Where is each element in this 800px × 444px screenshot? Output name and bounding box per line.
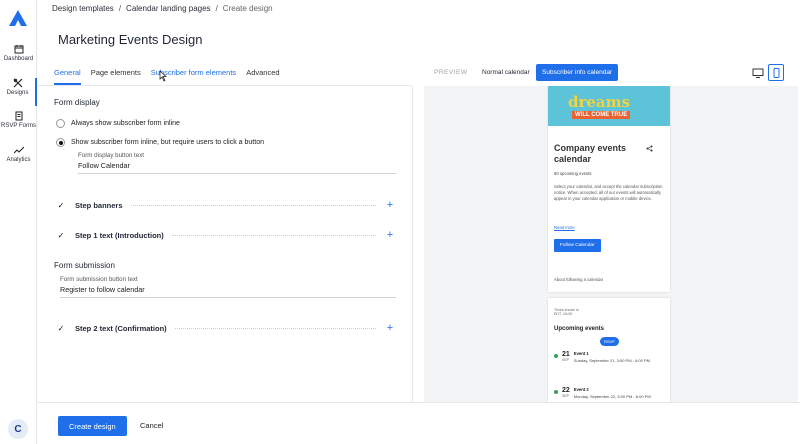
breadcrumb: Design templates / Calendar landing page… bbox=[52, 4, 273, 13]
designs-icon bbox=[13, 78, 22, 88]
about-following-link[interactable]: About following a calendar bbox=[554, 277, 603, 282]
form-submission-title: Form submission bbox=[54, 261, 115, 270]
pane-divider bbox=[412, 86, 413, 402]
timezone-row: Times shown in EDT -04:00 bbox=[554, 308, 579, 316]
nav-label-dashboard: Dashboard bbox=[3, 56, 34, 62]
timezone-value: EDT -04:00 bbox=[554, 312, 573, 316]
step-1-checkbox[interactable]: ✓ bbox=[56, 230, 66, 240]
left-navigation: Dashboard Designs RSVP Forms Analytics C bbox=[0, 0, 37, 444]
banner-word: dreams bbox=[568, 93, 630, 111]
upcoming-count: 50 upcoming events bbox=[554, 171, 592, 176]
step-2-row[interactable]: ✓ Step 2 text (Confirmation) + bbox=[56, 321, 396, 335]
analytics-icon bbox=[13, 146, 24, 154]
upcoming-events-title: Upcoming events bbox=[554, 326, 605, 332]
desktop-icon[interactable] bbox=[752, 67, 764, 79]
event-date: Monday, September 22, 3:00 PM - 6:00 PM bbox=[573, 394, 651, 399]
form-icon bbox=[15, 111, 22, 121]
tab-advanced[interactable]: Advanced bbox=[246, 68, 279, 85]
step-2-checkbox[interactable]: ✓ bbox=[56, 323, 66, 333]
mouse-cursor-icon bbox=[159, 70, 167, 82]
user-avatar[interactable]: C bbox=[8, 419, 28, 439]
breadcrumb-separator: / bbox=[118, 4, 122, 13]
share-icon[interactable] bbox=[646, 145, 653, 152]
banner-tagline: WILL COME TRUE bbox=[572, 111, 631, 119]
tabs-divider bbox=[38, 85, 412, 86]
tab-general[interactable]: General bbox=[54, 68, 81, 85]
field-label: Form display button text bbox=[78, 152, 145, 159]
radio-label-always-show: Always show subscriber form inline bbox=[71, 120, 180, 127]
nav-item-rsvp-forms[interactable]: RSVP Forms bbox=[0, 111, 37, 129]
create-design-button[interactable]: Create design bbox=[58, 416, 127, 436]
nav-item-analytics[interactable]: Analytics bbox=[0, 145, 37, 163]
radio-button[interactable] bbox=[56, 119, 65, 128]
banner-image: dreams WILL COME TRUE bbox=[548, 86, 670, 126]
form-submission-button-text-field[interactable]: Form submission button text Register to … bbox=[60, 276, 396, 298]
breadcrumb-create-design: Create design bbox=[222, 4, 273, 13]
normal-calendar-button[interactable]: Normal calendar bbox=[476, 64, 536, 81]
nav-label-rsvp-forms: RSVP Forms bbox=[1, 123, 36, 129]
rsvp-badge[interactable]: RSVP bbox=[600, 337, 619, 346]
expand-plus-icon[interactable]: + bbox=[384, 322, 396, 334]
event-month: SEP bbox=[562, 394, 570, 398]
preview-label: PREVIEW bbox=[434, 69, 468, 76]
event-status-dot bbox=[554, 354, 558, 358]
event-row[interactable]: 22 SEP Event 2 Monday, September 22, 3:0… bbox=[554, 387, 651, 399]
radio-button-selected[interactable] bbox=[56, 138, 65, 147]
calendar-icon bbox=[14, 45, 23, 54]
mobile-toggle[interactable] bbox=[768, 64, 784, 81]
follow-calendar-button[interactable]: Follow Calendar bbox=[554, 239, 601, 252]
divider bbox=[171, 234, 376, 236]
event-day: 22 bbox=[562, 387, 570, 394]
event-name: Event 1 bbox=[573, 351, 589, 356]
breadcrumb-design-templates[interactable]: Design templates bbox=[52, 4, 114, 13]
divider bbox=[130, 204, 376, 206]
nav-label-designs: Designs bbox=[6, 90, 29, 96]
form-display-button-text-field[interactable]: Form display button text Follow Calendar bbox=[78, 152, 396, 174]
subscriber-info-calendar-button[interactable]: Subscriber info calendar bbox=[536, 64, 619, 81]
radio-require-button[interactable]: Show subscriber form inline, but require… bbox=[56, 138, 264, 147]
step-2-label: Step 2 text (Confirmation) bbox=[75, 323, 167, 333]
expand-plus-icon[interactable]: + bbox=[384, 229, 396, 241]
step-banners-row[interactable]: ✓ Step banners + bbox=[56, 198, 396, 212]
radio-always-show[interactable]: Always show subscriber form inline bbox=[56, 119, 180, 128]
step-banners-checkbox[interactable]: ✓ bbox=[56, 200, 66, 210]
event-status-dot bbox=[554, 390, 558, 394]
mobile-preview: dreams WILL COME TRUE Company events cal… bbox=[548, 86, 670, 402]
form-display-title: Form display bbox=[54, 98, 100, 107]
breadcrumb-calendar-landing-pages[interactable]: Calendar landing pages bbox=[126, 4, 211, 13]
calendar-description: Select your calendar, and accept the cal… bbox=[554, 184, 663, 201]
mobile-icon bbox=[773, 68, 780, 78]
event-row[interactable]: 21 SEP Event 1 Sunday, September 21, 3:0… bbox=[554, 351, 650, 363]
cancel-button[interactable]: Cancel bbox=[140, 421, 163, 430]
events-card: Times shown in EDT -04:00 Upcoming event… bbox=[548, 298, 670, 402]
read-more-link[interactable]: Read more bbox=[554, 225, 575, 230]
step-1-row[interactable]: ✓ Step 1 text (Introduction) + bbox=[56, 228, 396, 242]
event-month: SEP bbox=[562, 358, 570, 362]
step-banners-label: Step banners bbox=[75, 200, 123, 210]
page-title: Marketing Events Design bbox=[58, 32, 203, 47]
divider bbox=[174, 327, 376, 329]
breadcrumb-separator: / bbox=[215, 4, 218, 13]
event-name: Event 2 bbox=[573, 387, 589, 392]
event-date: Sunday, September 21, 3:00 PM - 6:00 PM bbox=[573, 358, 650, 363]
footer: Create design Cancel bbox=[38, 402, 800, 444]
field-value[interactable]: Follow Calendar bbox=[78, 161, 396, 173]
calendar-title: Company events calendar bbox=[554, 143, 627, 164]
radio-label-require-button: Show subscriber form inline, but require… bbox=[71, 139, 264, 146]
calendar-card: dreams WILL COME TRUE Company events cal… bbox=[548, 86, 670, 292]
expand-plus-icon[interactable]: + bbox=[384, 199, 396, 211]
nav-item-designs[interactable]: Designs bbox=[0, 78, 37, 106]
nav-item-dashboard[interactable]: Dashboard bbox=[0, 44, 37, 62]
app-logo-icon[interactable] bbox=[9, 10, 27, 26]
tab-page-elements[interactable]: Page elements bbox=[91, 68, 141, 85]
event-day: 21 bbox=[562, 351, 570, 358]
field-value[interactable]: Register to follow calendar bbox=[60, 285, 396, 297]
step-1-label: Step 1 text (Introduction) bbox=[75, 230, 164, 240]
nav-label-analytics: Analytics bbox=[6, 157, 31, 163]
preview-area: dreams WILL COME TRUE Company events cal… bbox=[424, 86, 798, 402]
field-label: Form submission button text bbox=[60, 276, 138, 283]
